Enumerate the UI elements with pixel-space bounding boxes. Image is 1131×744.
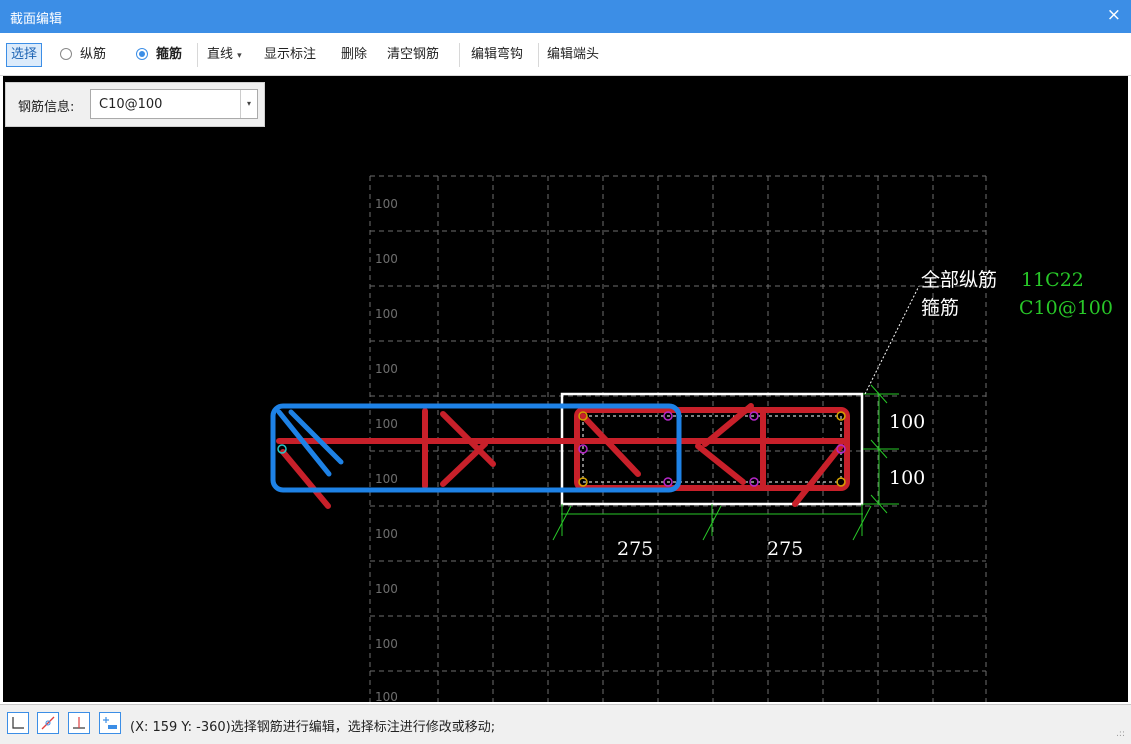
clear-rebar-button[interactable]: 清空钢筋: [384, 44, 442, 65]
window-title: 截面编辑: [10, 12, 63, 27]
line-mode-label: 直线: [207, 47, 234, 62]
grid-label: 100: [375, 362, 398, 376]
title-bar: 截面编辑 ×: [0, 0, 1131, 33]
ortho-mode-icon[interactable]: [7, 712, 29, 734]
radio-on-icon: [136, 48, 148, 60]
radio-stirrup-label: 箍筋: [156, 47, 183, 62]
radio-longitudinal-label: 纵筋: [80, 47, 107, 62]
hook: [280, 449, 331, 509]
hook: [695, 443, 746, 485]
add-dimension-icon[interactable]: [99, 712, 121, 734]
chevron-down-icon: ▾: [237, 51, 242, 61]
edit-hook-button[interactable]: 编辑弯钩: [468, 44, 526, 65]
delete-button[interactable]: 删除: [338, 44, 370, 65]
grid-label: 100: [375, 582, 398, 596]
radio-stirrup[interactable]: 箍筋: [136, 44, 182, 65]
annotation-leader: [864, 285, 920, 395]
annotation-stirrup-value: C10@100: [1019, 297, 1113, 319]
annotation[interactable]: 全部纵筋 11C22 箍筋 C10@100: [921, 269, 1113, 319]
grid-label: 100: [375, 252, 398, 266]
hook: [580, 413, 641, 477]
toolbar-divider: [197, 43, 198, 67]
annotation-stirrup-label: 箍筋: [921, 297, 959, 319]
snap-line-icon[interactable]: [37, 712, 59, 734]
rebar-info-select[interactable]: C10@100 ▾: [90, 89, 258, 119]
dim-horizontal-left: 275: [617, 538, 653, 560]
dim-vertical-top: 100: [889, 411, 925, 433]
rebar-info-value: C10@100: [99, 97, 163, 112]
perpendicular-icon[interactable]: [68, 712, 90, 734]
line-mode-button[interactable]: 直线 ▾: [204, 44, 245, 65]
grid-label: 100: [375, 690, 398, 702]
close-icon[interactable]: ×: [1107, 5, 1121, 25]
show-dimension-button[interactable]: 显示标注: [261, 44, 319, 65]
dim-horizontal-right: 275: [767, 538, 803, 560]
toolbar-divider: [459, 43, 460, 67]
status-message: (X: 159 Y: -360)选择钢筋进行编辑，选择标注进行修改或移动;: [130, 720, 496, 735]
radio-off-icon: [60, 48, 72, 60]
rebar-info-label: 钢筋信息:: [18, 100, 75, 115]
annotation-longitudinal-value: 11C22: [1021, 269, 1084, 291]
chevron-down-icon[interactable]: ▾: [240, 90, 257, 118]
grid-label: 100: [375, 197, 398, 211]
toolbar-divider: [538, 43, 539, 67]
resize-grip-icon[interactable]: .::: [1116, 729, 1125, 739]
grid-label: 100: [375, 527, 398, 541]
corner-bar: [836, 477, 846, 487]
section-drawing: 100 100 100 100 100 100 100 100 100 100: [270, 175, 1113, 702]
grid-label: 100: [375, 472, 398, 486]
hook: [792, 443, 844, 507]
inner-dashed-lines: [582, 415, 842, 483]
edit-end-button[interactable]: 编辑端头: [544, 44, 602, 65]
grid-label: 100: [375, 417, 398, 431]
hook: [440, 441, 488, 487]
status-bar: (X: 159 Y: -360)选择钢筋进行编辑，选择标注进行修改或移动; .:…: [0, 704, 1131, 744]
rebar-info-panel: 钢筋信息: C10@100 ▾: [5, 82, 265, 127]
toolbar: 选择 纵筋 箍筋 直线 ▾ 显示标注 删除 清空钢筋 编辑弯钩 编辑端头: [0, 33, 1131, 76]
drawing-canvas[interactable]: 100 100 100 100 100 100 100 100 100 100: [3, 76, 1128, 702]
grid-label: 100: [375, 637, 398, 651]
annotation-longitudinal-label: 全部纵筋: [921, 269, 997, 291]
grid-label: 100: [375, 307, 398, 321]
select-button[interactable]: 选择: [6, 43, 43, 67]
dim-vertical-bottom: 100: [889, 467, 925, 489]
grid-labels: 100 100 100 100 100 100 100 100 100 100: [375, 197, 398, 702]
radio-longitudinal-bar[interactable]: 纵筋: [60, 44, 106, 65]
